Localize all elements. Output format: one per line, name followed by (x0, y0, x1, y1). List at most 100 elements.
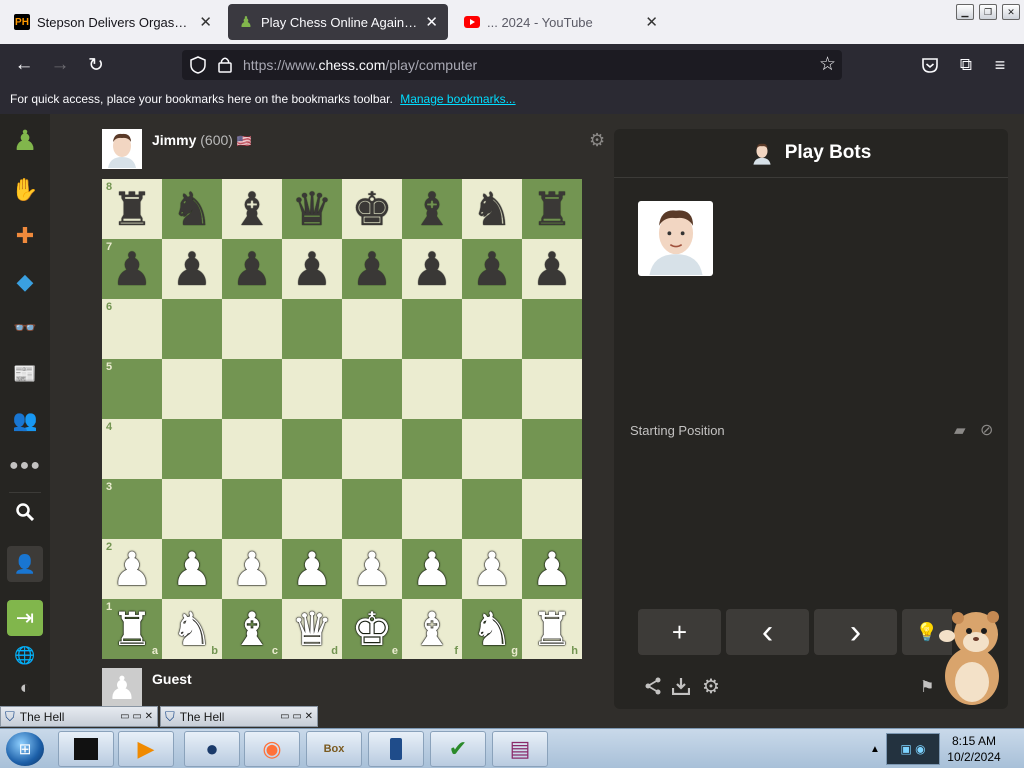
tab-play-chess[interactable]: ♟ Play Chess Online Against the C ✕ (228, 4, 448, 40)
square-h6[interactable] (522, 299, 582, 359)
chess-piece[interactable]: ♚ (351, 186, 392, 232)
square-c2[interactable]: ♟ (222, 539, 282, 599)
media-player-icon[interactable]: ▶ (118, 731, 174, 767)
chess-piece[interactable]: ♟ (231, 546, 272, 592)
square-c5[interactable] (222, 359, 282, 419)
square-f8[interactable]: ♝ (402, 179, 462, 239)
chess-piece[interactable]: ♞ (471, 186, 512, 232)
menu-icon[interactable]: ≡ (988, 53, 1012, 77)
opponent-avatar[interactable] (102, 129, 142, 169)
chess-piece[interactable]: ♟ (471, 246, 512, 292)
tab-youtube[interactable]: ... 2024 - YouTube ✕ (454, 4, 668, 40)
square-h7[interactable]: ♟ (522, 239, 582, 299)
square-d1[interactable]: d ♛ (282, 599, 342, 659)
square-b7[interactable]: ♟ (162, 239, 222, 299)
square-f4[interactable] (402, 419, 462, 479)
chess-piece[interactable]: ♜ (531, 606, 572, 652)
chess-piece[interactable]: ♟ (471, 546, 512, 592)
chess-piece[interactable]: ♞ (171, 606, 212, 652)
square-b5[interactable] (162, 359, 222, 419)
news-icon[interactable]: 📰 (7, 356, 43, 392)
tray-network-icon[interactable]: ▣ ◉ (886, 733, 940, 765)
square-d7[interactable]: ♟ (282, 239, 342, 299)
chess-piece[interactable]: ♝ (411, 606, 452, 652)
box-game-icon[interactable]: Box (306, 731, 362, 767)
square-e3[interactable] (342, 479, 402, 539)
explore-compass-icon[interactable]: ⊘ (980, 420, 993, 440)
chess-piece[interactable]: ♝ (231, 186, 272, 232)
previous-move-button[interactable]: ‹ (726, 609, 809, 655)
system-clock[interactable]: 8:15 AM 10/2/2024 (946, 733, 1002, 765)
square-h8[interactable]: ♜ (522, 179, 582, 239)
learn-icon[interactable]: ◆ (7, 264, 43, 300)
square-d4[interactable] (282, 419, 342, 479)
watch-icon[interactable]: 👓 (7, 310, 43, 346)
phone-app-icon[interactable] (368, 731, 424, 767)
square-h4[interactable] (522, 419, 582, 479)
square-g1[interactable]: g ♞ (462, 599, 522, 659)
square-b8[interactable]: ♞ (162, 179, 222, 239)
square-h2[interactable]: ♟ (522, 539, 582, 599)
bookmark-star-icon[interactable]: ☆ (819, 53, 836, 76)
square-d3[interactable] (282, 479, 342, 539)
taskbar-window-thehell-1[interactable]: ⛉ The Hell ▭ ▭ ✕ (0, 706, 158, 727)
chess-piece[interactable]: ♟ (411, 546, 452, 592)
chess-piece[interactable]: ♛ (291, 606, 332, 652)
square-f5[interactable] (402, 359, 462, 419)
reload-icon[interactable]: ↻ (84, 53, 108, 77)
square-d2[interactable]: ♟ (282, 539, 342, 599)
settings-gear-icon[interactable]: ⚙ (702, 674, 720, 699)
square-f2[interactable]: ♟ (402, 539, 462, 599)
chess-piece[interactable]: ♜ (111, 186, 152, 232)
lock-icon[interactable] (218, 56, 232, 78)
extensions-icon[interactable]: ⧉ (954, 53, 978, 77)
close-tab-icon[interactable]: ✕ (425, 13, 438, 31)
square-b6[interactable] (162, 299, 222, 359)
square-g4[interactable] (462, 419, 522, 479)
square-g5[interactable] (462, 359, 522, 419)
chess-piece[interactable]: ♜ (531, 186, 572, 232)
square-g2[interactable]: ♟ (462, 539, 522, 599)
chess-piece[interactable]: ♜ (111, 606, 152, 652)
show-hidden-icons-icon[interactable]: ▲ (864, 729, 886, 768)
close-tab-icon[interactable]: ✕ (199, 13, 212, 31)
square-e2[interactable]: ♟ (342, 539, 402, 599)
manage-bookmarks-link[interactable]: Manage bookmarks... (400, 92, 515, 106)
board-settings-gear-icon[interactable]: ⚙ (589, 130, 605, 151)
start-button[interactable]: ⊞ (6, 732, 44, 766)
chess-piece[interactable]: ♟ (351, 546, 392, 592)
globe-app-icon[interactable]: ● (184, 731, 240, 767)
square-c4[interactable] (222, 419, 282, 479)
chess-piece[interactable]: ♟ (531, 546, 572, 592)
theme-icon[interactable]: ◐ (7, 670, 43, 706)
square-b4[interactable] (162, 419, 222, 479)
puzzles-icon[interactable]: ✚ (7, 218, 43, 254)
opponent-name[interactable]: Jimmy (152, 132, 196, 148)
square-a6[interactable]: 6 (102, 299, 162, 359)
square-c3[interactable] (222, 479, 282, 539)
back-arrow-icon[interactable]: ← (12, 53, 36, 77)
chess-piece[interactable]: ♟ (411, 246, 452, 292)
square-h5[interactable] (522, 359, 582, 419)
square-e6[interactable] (342, 299, 402, 359)
social-icon[interactable]: 👥 (7, 402, 43, 438)
chess-piece[interactable]: ♚ (351, 606, 392, 652)
tab-stepson[interactable]: PH Stepson Delivers Orgasms to his ✕ (4, 4, 222, 40)
chess-piece[interactable]: ♟ (171, 246, 212, 292)
chess-piece[interactable]: ♟ (291, 246, 332, 292)
chess-piece[interactable]: ♛ (291, 186, 332, 232)
resign-flag-icon[interactable]: ⚑ (920, 677, 934, 697)
square-f7[interactable]: ♟ (402, 239, 462, 299)
pocket-icon[interactable] (918, 53, 942, 77)
chess-piece[interactable]: ♟ (531, 246, 572, 292)
more-icon[interactable]: ●●● (7, 448, 43, 484)
square-e4[interactable] (342, 419, 402, 479)
chess-piece[interactable]: ♝ (411, 186, 452, 232)
window-controls-icon[interactable]: ▭ ▭ ✕ (280, 711, 313, 722)
square-g7[interactable]: ♟ (462, 239, 522, 299)
download-icon[interactable] (671, 677, 691, 700)
play-icon[interactable]: ✋ (7, 172, 43, 208)
chess-piece[interactable]: ♝ (231, 606, 272, 652)
square-e7[interactable]: ♟ (342, 239, 402, 299)
new-game-button[interactable]: + (638, 609, 721, 655)
